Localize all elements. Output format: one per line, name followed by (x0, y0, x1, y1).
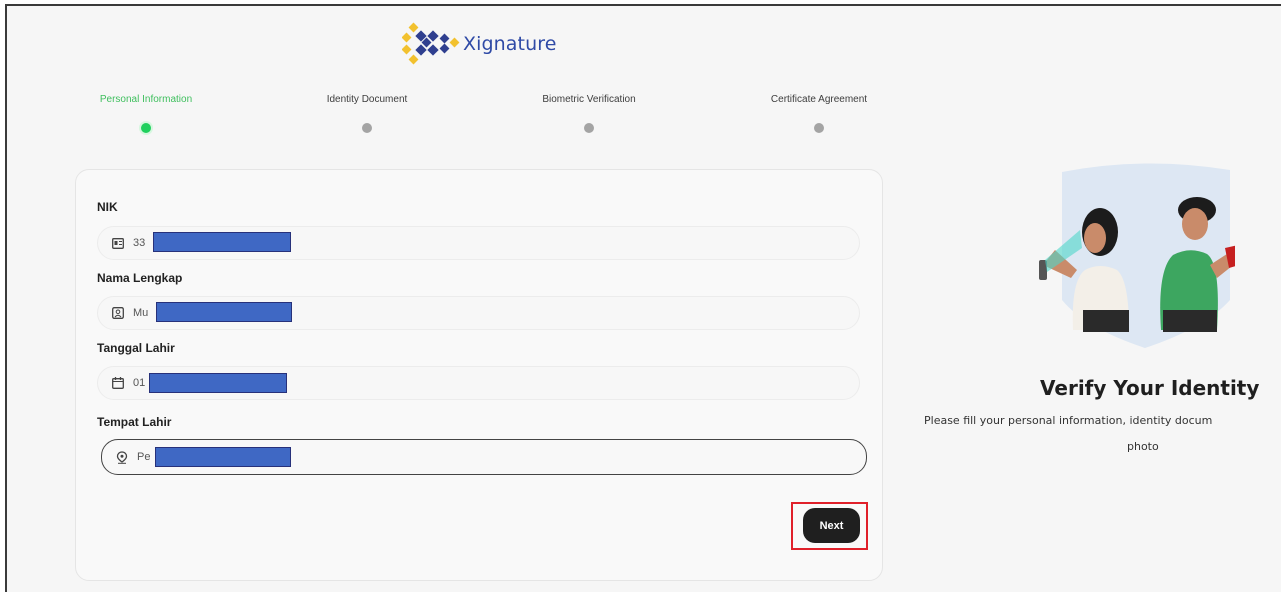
verify-identity-description-line2: photo (1127, 440, 1159, 453)
location-pin-icon (115, 450, 128, 464)
step-indicator-dot (814, 123, 824, 133)
full-name-label: Nama Lengkap (97, 271, 183, 285)
calendar-icon (111, 377, 124, 390)
nik-value: 33 (133, 237, 146, 249)
identity-verification-illustration (1025, 160, 1243, 355)
step-label: Certificate Agreement (770, 94, 868, 105)
redaction-block (155, 447, 291, 467)
brand-name: Xignature (463, 33, 557, 55)
birth-place-label: Tempat Lahir (97, 415, 172, 429)
birth-date-label: Tanggal Lahir (97, 341, 175, 355)
brand-logo: Xignature (402, 22, 557, 66)
full-name-value: Mu (133, 307, 149, 319)
step-biometric-verification[interactable]: Biometric Verification (499, 94, 679, 133)
verify-identity-title: Verify Your Identity (1040, 376, 1260, 400)
redaction-block (156, 302, 292, 322)
step-certificate-agreement[interactable]: Certificate Agreement (729, 94, 909, 133)
redaction-block (149, 373, 287, 393)
step-indicator-dot (362, 123, 372, 133)
step-indicator-dot (141, 123, 151, 133)
step-identity-document[interactable]: Identity Document (277, 94, 457, 133)
nik-label: NIK (97, 200, 118, 214)
verify-identity-description: Please fill your personal information, i… (924, 414, 1213, 427)
step-indicator-dot (584, 123, 594, 133)
step-label: Biometric Verification (542, 94, 636, 105)
next-button[interactable]: Next (803, 508, 860, 543)
step-personal-information[interactable]: Personal Information (56, 94, 236, 133)
step-label: Personal Information (99, 94, 193, 105)
person-box-icon (111, 307, 124, 320)
redaction-block (153, 232, 291, 252)
birth-date-value: 01 (133, 377, 146, 389)
xignature-logo-icon (402, 22, 460, 65)
step-label: Identity Document (326, 94, 408, 105)
id-card-icon (111, 237, 124, 250)
birth-place-value: Pe (137, 451, 151, 463)
